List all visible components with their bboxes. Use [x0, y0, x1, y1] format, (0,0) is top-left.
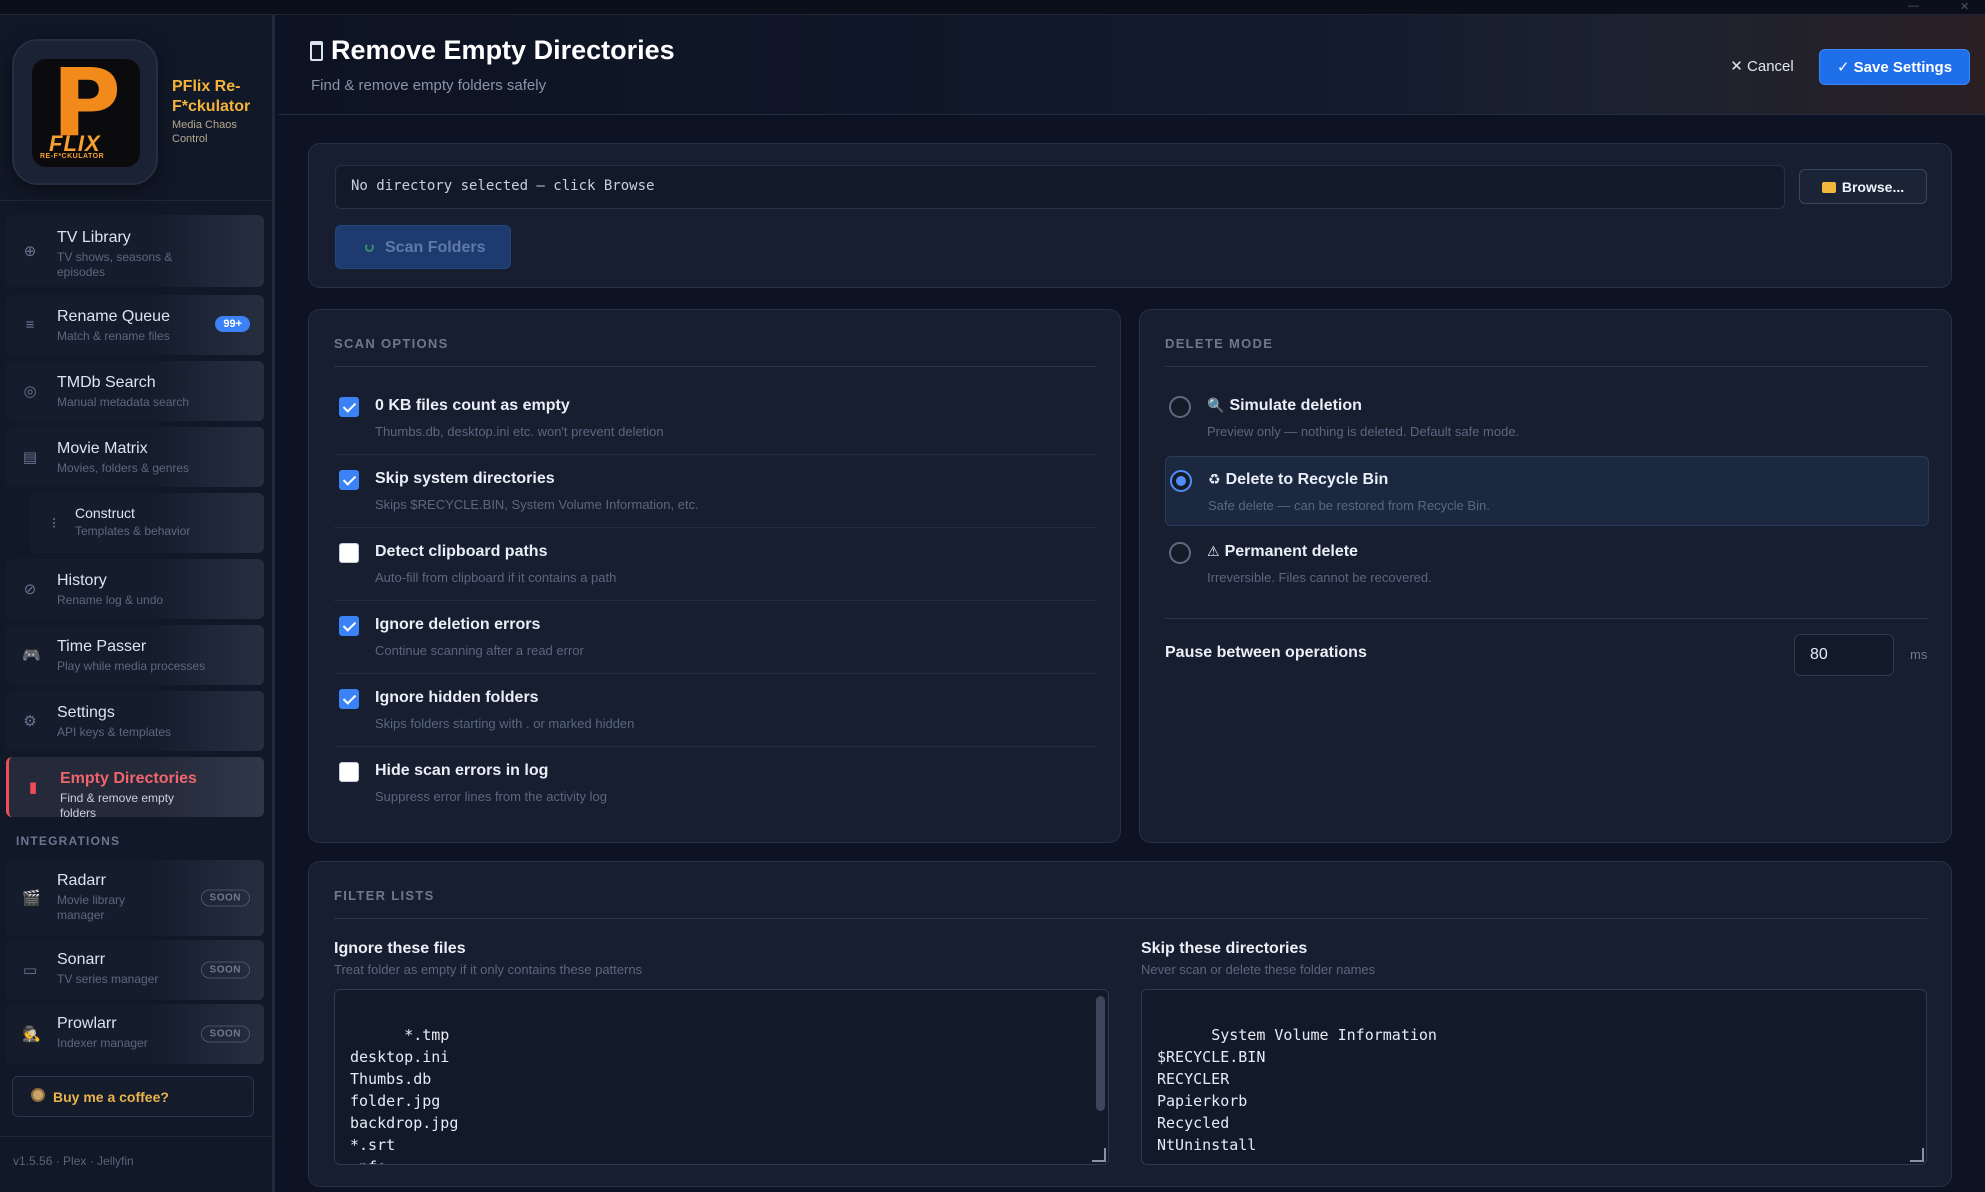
radio-button[interactable] — [1169, 542, 1191, 564]
checkbox[interactable] — [339, 762, 359, 782]
sidebar: P FLIX RE-F*CKULATOR PFlix Re-F*ckulator… — [0, 15, 275, 1192]
radio-button[interactable] — [1170, 470, 1192, 492]
soon-badge: SOON — [200, 889, 250, 907]
clock-icon: ⊘ — [23, 581, 37, 598]
integration-prowlarr[interactable]: 🕵 Prowlarr Indexer manager SOON — [6, 1004, 264, 1064]
ignore-files-title: Ignore these files — [334, 940, 466, 957]
mode-recycle-bin[interactable]: ♻ Delete to Recycle Bin Safe delete — can… — [1165, 456, 1929, 526]
mode-simulate[interactable]: 🔍 Simulate deletion Preview only — nothin… — [1165, 383, 1929, 453]
gamepad-icon: 🎮 — [22, 647, 41, 664]
soon-badge: SOON — [200, 961, 250, 979]
pause-unit: ms — [1910, 647, 1928, 662]
option-skip-system-dirs: Skip system directories Skips $RECYCLE.B… — [334, 456, 1096, 528]
resize-handle[interactable] — [1910, 1148, 1924, 1162]
scrollbar[interactable] — [1096, 996, 1105, 1111]
close-icon: ✕ — [1730, 58, 1748, 75]
page-subtitle: Find & remove empty folders safely — [311, 77, 547, 94]
nav-item-movie-matrix[interactable]: ▤ Movie Matrix Movies, folders & genres — [6, 427, 264, 487]
nav-item-tmdb-search[interactable]: ◎ TMDb Search Manual metadata search — [6, 361, 264, 421]
gear-icon: ⚙ — [23, 713, 37, 730]
clapper-icon: 🎬 — [22, 890, 41, 907]
scan-folders-button[interactable]: Scan Folders — [335, 225, 511, 269]
warning-icon: ⚠ — [1207, 543, 1220, 559]
checkbox[interactable] — [339, 397, 359, 417]
brand: P FLIX RE-F*CKULATOR PFlix Re-F*ckulator… — [0, 15, 275, 201]
soon-badge: SOON — [200, 1025, 250, 1043]
checkbox[interactable] — [339, 616, 359, 636]
app-name: PFlix Re-F*ckulator — [172, 78, 251, 115]
directory-panel: No directory selected — click Browse Bro… — [308, 143, 1952, 288]
spinner-icon — [365, 243, 374, 252]
browse-button[interactable]: Browse... — [1799, 169, 1927, 204]
folder-icon — [1821, 182, 1836, 193]
scan-options-heading: SCAN OPTIONS — [334, 336, 449, 351]
filter-lists-heading: FILTER LISTS — [334, 888, 435, 903]
grid-icon: ▤ — [22, 449, 38, 466]
nav-item-rename-queue[interactable]: ≡ Rename Queue Match & rename files 99+ — [6, 295, 264, 355]
skip-dirs-desc: Never scan or delete these folder names — [1141, 962, 1376, 977]
nav-item-time-passer[interactable]: 🎮 Time Passer Play while media processes — [6, 625, 264, 685]
magnifier-icon: 🔍 — [1207, 397, 1225, 413]
option-zero-kb-empty: 0 KB files count as empty Thumbs.db, des… — [334, 383, 1096, 455]
window-titlebar: — ✕ — [0, 0, 1985, 15]
delete-mode-panel: DELETE MODE 🔍 Simulate deletion Preview o… — [1139, 309, 1952, 843]
delete-mode-heading: DELETE MODE — [1165, 336, 1274, 351]
app-logo: P FLIX RE-F*CKULATOR — [12, 39, 158, 185]
option-ignore-deletion-errors: Ignore deletion errors Continue scanning… — [334, 602, 1096, 674]
detective-icon: 🕵 — [22, 1026, 41, 1043]
option-hide-scan-errors: Hide scan errors in log Suppress error l… — [334, 748, 1096, 820]
minimize-icon[interactable]: — — [1908, 0, 1919, 12]
globe-icon: ⊕ — [23, 243, 37, 260]
skip-dirs-title: Skip these directories — [1141, 940, 1308, 957]
integrations-heading: INTEGRATIONS — [16, 834, 121, 848]
nav-item-history[interactable]: ⊘ History Rename log & undo — [6, 559, 264, 619]
page-title: Remove Empty Directories — [310, 35, 675, 66]
target-icon: ◎ — [23, 383, 37, 400]
option-ignore-hidden: Ignore hidden folders Skips folders star… — [334, 675, 1096, 747]
radio-button[interactable] — [1169, 396, 1191, 418]
nav-item-construct[interactable]: ⁝ Construct Templates & behavior — [30, 493, 264, 553]
app-tagline: Media Chaos Control — [172, 119, 237, 145]
page-header: Remove Empty Directories Find & remove e… — [278, 15, 1985, 115]
tv-icon: ▭ — [22, 962, 38, 979]
integration-radarr[interactable]: 🎬 Radarr Movie library manager SOON — [6, 860, 264, 936]
pause-input[interactable]: 80 — [1794, 634, 1894, 676]
checkbox[interactable] — [339, 689, 359, 709]
checkbox[interactable] — [339, 470, 359, 490]
save-settings-button[interactable]: ✓ Save Settings — [1819, 49, 1970, 85]
recycle-icon: ♻ — [1208, 471, 1221, 487]
mode-permanent[interactable]: ⚠ Permanent delete Irreversible. Files ca… — [1165, 529, 1929, 599]
ignore-files-desc: Treat folder as empty if it only contain… — [334, 962, 643, 977]
trash-icon — [310, 41, 323, 61]
nav-item-settings[interactable]: ⚙ Settings API keys & templates — [6, 691, 264, 751]
ignore-files-textarea[interactable]: *.tmp desktop.ini Thumbs.db folder.jpg b… — [334, 989, 1109, 1165]
buy-coffee-button[interactable]: Buy me a coffee? — [12, 1076, 254, 1117]
nav-item-empty-directories[interactable]: ▮ Empty Directories Find & remove empty … — [6, 757, 264, 817]
resize-handle[interactable] — [1092, 1148, 1106, 1162]
filter-lists-panel: FILTER LISTS Ignore these files Treat fo… — [308, 861, 1952, 1187]
nav-item-tv-library[interactable]: ⊕ TV Library TV shows, seasons & episode… — [6, 215, 264, 287]
coffee-icon — [31, 1088, 45, 1102]
queue-count-badge: 99+ — [215, 316, 250, 332]
lines-icon: ⁝ — [51, 515, 57, 532]
pause-label: Pause between operations — [1165, 644, 1367, 661]
directory-path-input[interactable]: No directory selected — click Browse — [335, 165, 1785, 209]
skip-dirs-textarea[interactable]: System Volume Information $RECYCLE.BIN R… — [1141, 989, 1927, 1165]
trash-icon: ▮ — [28, 779, 38, 796]
checkbox[interactable] — [339, 543, 359, 563]
close-icon[interactable]: ✕ — [1960, 0, 1969, 13]
list-icon: ≡ — [25, 316, 35, 334]
option-detect-clipboard: Detect clipboard paths Auto-fill from cl… — [334, 529, 1096, 601]
version-text: v1.5.56 · Plex · Jellyfin — [13, 1154, 134, 1168]
cancel-button[interactable]: ✕ Cancel — [1719, 52, 1805, 82]
integration-sonarr[interactable]: ▭ Sonarr TV series manager SOON — [6, 940, 264, 1000]
scan-options-panel: SCAN OPTIONS 0 KB files count as empty T… — [308, 309, 1121, 843]
